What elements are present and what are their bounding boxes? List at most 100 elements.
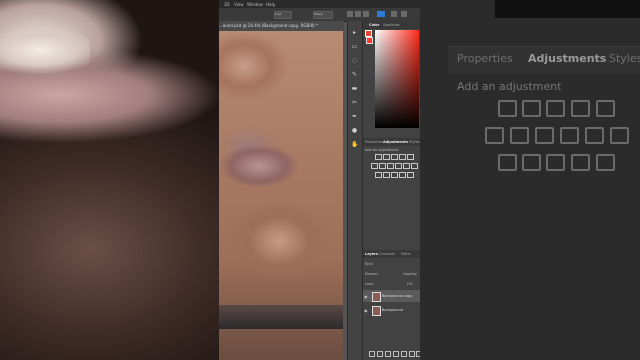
invert-icon <box>498 154 517 171</box>
tab-channels[interactable]: Channels <box>379 252 395 256</box>
menu-bar: 3D View Window Help <box>219 0 420 8</box>
panel-dock: Color Swatches Properties Adjustments St… <box>362 21 420 360</box>
align-right-button[interactable] <box>363 11 369 17</box>
layer-name: Background copy <box>382 294 413 298</box>
eye-icon[interactable]: ◉ <box>364 294 368 299</box>
color-lookup-icon <box>610 127 629 144</box>
brush-tool-icon[interactable]: ✎ <box>351 71 358 78</box>
tab-adjustments[interactable]: Adjustments <box>383 140 408 144</box>
new-layer-icon[interactable] <box>409 351 415 357</box>
menu-item-window[interactable]: Window <box>247 2 263 7</box>
move-tool-icon[interactable]: ▸ <box>351 29 358 36</box>
photoshop-window: 3D View Window Help 0 pt Sharp ...ound.p… <box>219 0 420 360</box>
menu-item-3d[interactable]: 3D <box>224 2 230 7</box>
color-balance-icon <box>510 127 529 144</box>
black-white-icon <box>535 127 554 144</box>
blend-mode-select[interactable]: Normal <box>365 272 378 276</box>
threshold-icon <box>546 154 565 171</box>
layer-thumbnail <box>372 306 381 316</box>
layer-thumbnail <box>372 292 381 302</box>
link-layers-icon[interactable] <box>369 351 375 357</box>
layer-filter-kind[interactable]: Kind <box>365 262 373 266</box>
photo-filter-icon <box>560 127 579 144</box>
tab-layers[interactable]: Layers <box>365 252 378 256</box>
trash-icon[interactable] <box>416 351 420 357</box>
layer-row-background-copy[interactable]: ◉ Background copy <box>363 290 420 302</box>
adj-levels-icon[interactable] <box>383 154 390 160</box>
layers-panel-tabs: Layers Channels Paths <box>363 250 420 258</box>
adj-photo-filter-icon[interactable] <box>395 163 402 169</box>
enlarged-tab-adjustments: Adjustments <box>528 52 607 65</box>
canvas-shadow-area <box>219 305 343 329</box>
brightness-icon <box>498 100 517 117</box>
layers-footer <box>365 351 420 357</box>
align-center-button[interactable] <box>355 11 361 17</box>
adj-mixer-icon[interactable] <box>403 163 410 169</box>
tab-color[interactable]: Color <box>369 23 379 27</box>
selective-color-icon <box>571 154 590 171</box>
adj-curves-icon[interactable] <box>391 154 398 160</box>
layer-row-background[interactable]: ◉ Background <box>363 304 420 316</box>
adj-exposure-icon[interactable] <box>399 154 406 160</box>
levels-icon <box>522 100 541 117</box>
pen-tool-icon[interactable]: ✒ <box>351 113 358 120</box>
posterize-icon <box>522 154 541 171</box>
menu-item-help[interactable]: Help <box>266 2 275 7</box>
size-field[interactable]: 0 pt <box>274 11 292 19</box>
adj-bw-icon[interactable] <box>387 163 394 169</box>
new-adjustment-icon[interactable] <box>393 351 399 357</box>
curves-icon <box>546 100 565 117</box>
background-topbar <box>495 0 640 18</box>
enlarged-tab-styles: Styles <box>609 52 640 65</box>
color-swatch-button[interactable] <box>377 11 385 17</box>
layer-name: Background <box>382 308 403 312</box>
adj-posterize-icon[interactable] <box>383 172 390 178</box>
adj-gradient-map-icon[interactable] <box>407 172 414 178</box>
lasso-tool-icon[interactable]: ◌ <box>351 57 358 64</box>
color-picker-field[interactable] <box>375 30 419 128</box>
tab-paths[interactable]: Paths <box>401 252 411 256</box>
color-panel-tabs: Color Swatches <box>363 21 420 29</box>
adj-vibrance-icon[interactable] <box>407 154 414 160</box>
eraser-tool-icon[interactable]: ▬ <box>351 85 358 92</box>
adj-balance-icon[interactable] <box>379 163 386 169</box>
lock-label: Lock: <box>365 282 375 286</box>
hue-saturation-icon <box>485 127 504 144</box>
foreground-color-swatch[interactable] <box>365 30 372 37</box>
adj-lookup-icon[interactable] <box>411 163 418 169</box>
crop-tool-icon[interactable]: ✂ <box>351 99 358 106</box>
options-bar: 0 pt Sharp <box>219 8 420 22</box>
tab-swatches[interactable]: Swatches <box>383 23 400 27</box>
align-left-button[interactable] <box>347 11 353 17</box>
hue-slider[interactable] <box>366 37 373 44</box>
marquee-tool-icon[interactable]: ▭ <box>351 43 358 50</box>
enlarged-panel-tabs: Properties Adjustments Styles <box>448 46 640 73</box>
add-mask-icon[interactable] <box>385 351 391 357</box>
warp-text-button[interactable] <box>391 11 397 17</box>
adjustments-panel-tabs: Properties Adjustments Styles <box>363 138 420 146</box>
background-photo-detail <box>0 20 90 80</box>
character-panel-button[interactable] <box>401 11 407 17</box>
tab-properties[interactable]: Properties <box>365 140 383 144</box>
enlarged-add-adjustment-label: Add an adjustment <box>457 80 562 93</box>
adj-selective-icon[interactable] <box>399 172 406 178</box>
adj-threshold-icon[interactable] <box>391 172 398 178</box>
adj-invert-icon[interactable] <box>375 172 382 178</box>
menu-item-view[interactable]: View <box>234 2 244 7</box>
new-group-icon[interactable] <box>401 351 407 357</box>
enlarged-tab-properties: Properties <box>457 52 513 65</box>
hand-tool-icon[interactable]: ✋ <box>351 141 358 148</box>
document-tab[interactable]: ...ound.psd @ 24.4% (Background copy, RG… <box>219 21 344 31</box>
exposure-icon <box>571 100 590 117</box>
adj-hue-icon[interactable] <box>371 163 378 169</box>
fx-icon[interactable] <box>377 351 383 357</box>
channel-mixer-icon <box>585 127 604 144</box>
opacity-label: Opacity: <box>403 272 418 276</box>
adj-brightness-icon[interactable] <box>375 154 382 160</box>
tab-styles[interactable]: Styles <box>409 140 420 144</box>
tools-panel: ▸ ▭ ◌ ✎ ▬ ✂ ✒ ● ✋ <box>347 21 362 360</box>
add-adjustment-label: Add an adjustment <box>365 148 399 152</box>
dodge-tool-icon[interactable]: ● <box>351 127 358 134</box>
eye-icon[interactable]: ◉ <box>364 308 368 313</box>
antialias-select[interactable]: Sharp <box>313 11 333 19</box>
